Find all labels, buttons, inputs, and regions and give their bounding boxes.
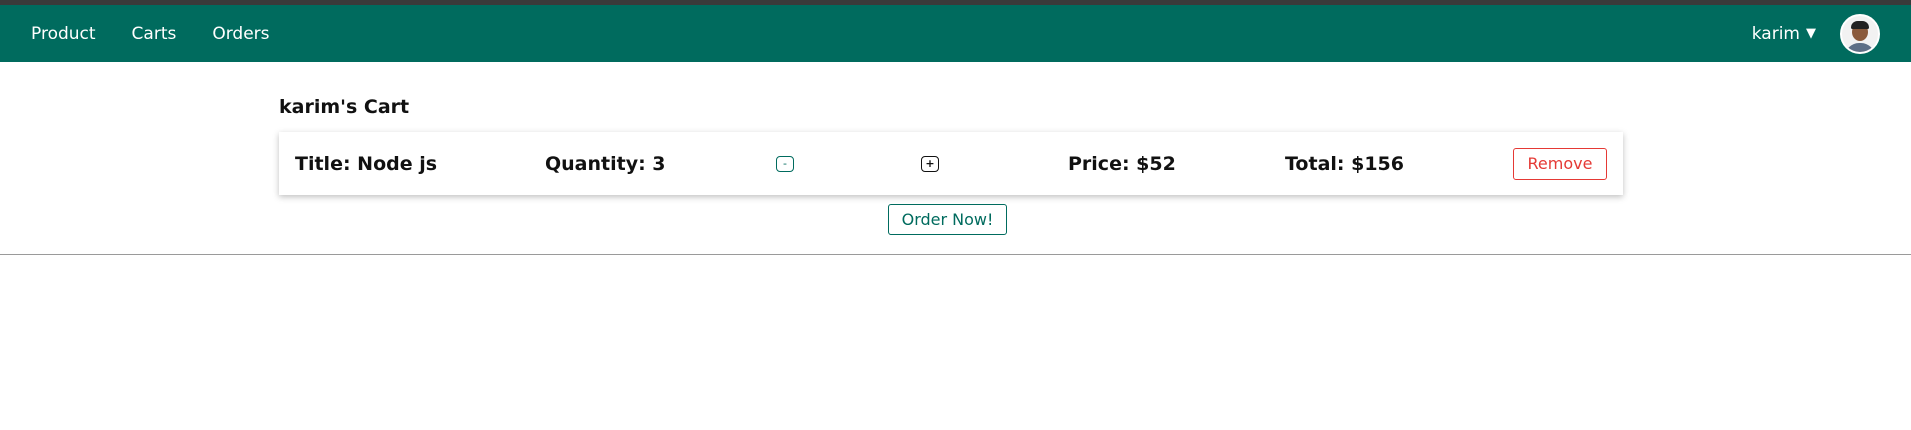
order-now-button[interactable]: Order Now! (888, 204, 1007, 235)
item-title: Title: Node js (295, 152, 438, 175)
remove-button[interactable]: Remove (1513, 147, 1607, 180)
chevron-down-icon: ▼ (1806, 26, 1816, 41)
cart-page: karim's Cart Title: Node js Quantity: 3 … (279, 96, 1623, 235)
page-divider (0, 254, 1911, 255)
item-quantity: Quantity: 3 (545, 152, 666, 175)
avatar[interactable] (1840, 13, 1880, 54)
nav-link-product[interactable]: Product (31, 24, 96, 44)
nav-link-orders[interactable]: Orders (212, 24, 269, 44)
increase-quantity-button[interactable]: + (921, 155, 939, 172)
user-area: karim ▼ (1752, 13, 1880, 54)
decrease-quantity-button[interactable]: - (776, 155, 794, 172)
top-navbar: Product Carts Orders karim ▼ (0, 5, 1911, 62)
user-name: karim (1751, 23, 1800, 44)
user-menu-dropdown[interactable]: karim ▼ (1752, 24, 1816, 44)
item-total: Total: $156 (1285, 152, 1405, 175)
nav-links: Product Carts Orders (31, 24, 306, 44)
page-title: karim's Cart (279, 96, 410, 118)
item-price: Price: $52 (1068, 152, 1176, 175)
cart-item-row: Title: Node js Quantity: 3 - + Price: $5… (279, 132, 1623, 195)
order-actions: Order Now! (279, 204, 1623, 235)
nav-link-carts[interactable]: Carts (132, 24, 177, 44)
